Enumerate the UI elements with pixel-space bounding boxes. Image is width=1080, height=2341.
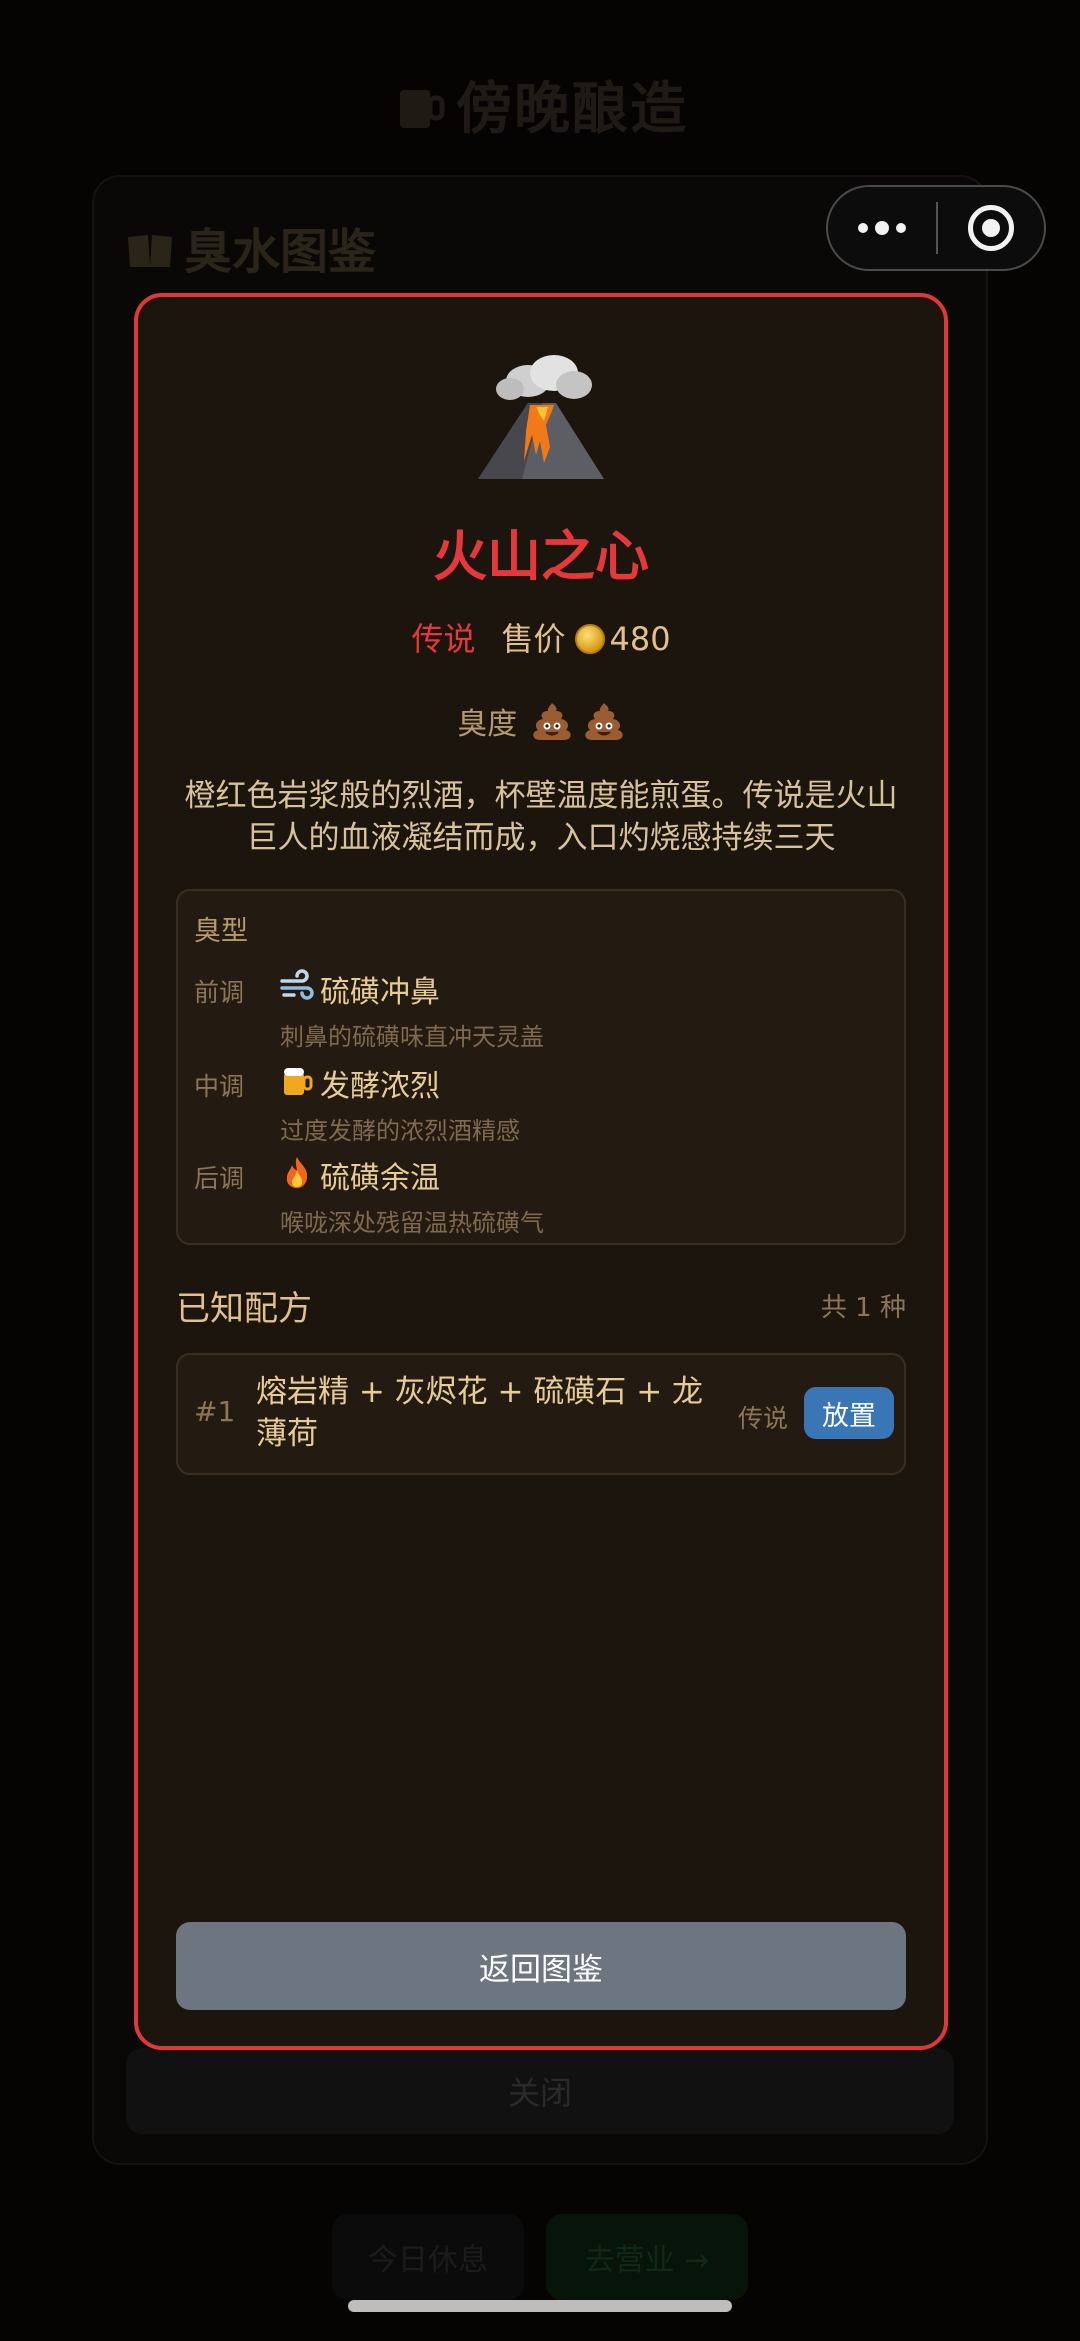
miniprogram-capsule (826, 185, 1046, 271)
note-detail: 刺鼻的硫磺味直冲天灵盖 (280, 1023, 544, 1051)
bg-app-title-text: 傍晚酿造 (456, 77, 688, 142)
bg-modal-title-text: 臭水图鉴 (184, 224, 377, 280)
smell-notes-panel: 臭型 前调 硫磺冲鼻 刺鼻的硫磺味直冲天灵盖 中调 发酵浓烈 过度发酵的浓烈酒精… (176, 889, 906, 1245)
home-indicator[interactable] (348, 2300, 732, 2312)
dot (896, 223, 906, 233)
note-label: 前调 (194, 978, 245, 1007)
wind-icon (280, 969, 314, 1003)
volcano-icon (138, 351, 944, 491)
app-root: 傍晚酿造 臭水图鉴 关闭 今日休息 去营业 → 火山之心 传说 售价 480 臭… (0, 0, 1080, 2341)
book-icon (126, 227, 174, 283)
drink-description: 橙红色岩浆般的烈酒，杯壁温度能煎蛋。传说是火山巨人的血液凝结而成，入口灼烧感持续… (184, 778, 898, 856)
dot (875, 221, 889, 235)
drink-meta: 传说 售价 480 (138, 623, 944, 655)
note-label: 中调 (194, 1072, 245, 1101)
recipe-rarity: 传说 (738, 1404, 789, 1433)
recipe-item: #1 熔岩精 + 灰烬花 + 硫磺石 + 龙薄荷 传说 放置 (176, 1353, 906, 1475)
note-name: 硫磺冲鼻 (320, 975, 440, 1010)
dot (858, 223, 868, 233)
ring-center (982, 219, 1000, 237)
recipes-count: 共 1 种 (820, 1293, 906, 1323)
note-detail: 过度发酵的浓烈酒精感 (280, 1117, 520, 1145)
notes-title: 臭型 (194, 916, 248, 947)
beer-mug-icon (280, 1063, 314, 1097)
note-name: 发酵浓烈 (320, 1069, 440, 1104)
recipe-ingredients: 熔岩精 + 灰烬花 + 硫磺石 + 龙薄荷 (256, 1374, 704, 1452)
rarity-label: 传说 (411, 620, 476, 658)
price: 售价 480 (501, 623, 670, 655)
price-label: 售价 (501, 620, 566, 658)
bg-modal-title: 臭水图鉴 (126, 212, 376, 283)
bg-app-title: 傍晚酿造 (0, 64, 1080, 148)
drink-detail-card: 火山之心 传说 售价 480 臭度 橙红色岩浆般的烈酒，杯壁温度能煎蛋。传说是火… (134, 293, 948, 2050)
drink-title: 火山之心 (433, 525, 649, 588)
note-detail: 喉咙深处残留温热硫磺气 (280, 1209, 544, 1237)
note-name: 硫磺余温 (320, 1161, 440, 1196)
price-value: 480 (609, 620, 671, 658)
ring (968, 205, 1014, 251)
back-to-catalog-button[interactable]: 返回图鉴 (176, 1922, 906, 2010)
smell-rating: 臭度 (138, 699, 944, 743)
place-button[interactable]: 放置 (804, 1387, 894, 1439)
smell-label: 臭度 (457, 707, 518, 742)
coin-icon (575, 624, 606, 654)
more-dots-icon[interactable] (828, 187, 936, 269)
recipe-number: #1 (194, 1395, 236, 1428)
note-label: 后调 (194, 1164, 245, 1193)
close-button[interactable]: 关闭 (126, 2048, 954, 2134)
recipes-header: 已知配方 共 1 种 (176, 1281, 906, 1330)
beer-mug-icon (392, 78, 448, 148)
rest-today-button[interactable]: 今日休息 (332, 2214, 524, 2300)
poop-icon (585, 703, 623, 740)
record-target-icon[interactable] (938, 187, 1044, 269)
open-business-button[interactable]: 去营业 → (546, 2214, 748, 2300)
fire-icon (280, 1155, 314, 1189)
poop-icon (533, 703, 571, 740)
recipes-title: 已知配方 (176, 1289, 312, 1329)
poop-rating (531, 700, 625, 742)
